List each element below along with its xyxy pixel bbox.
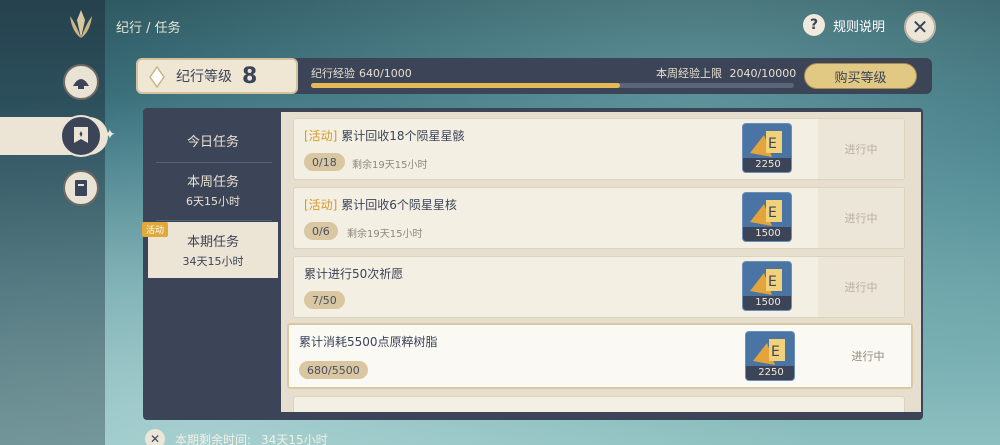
rail-quest-button[interactable] (60, 115, 102, 157)
week-cap-value: 2040/10000 (729, 67, 797, 80)
level-diamond-icon (149, 66, 165, 88)
activity-flag-badge: 活动 (142, 222, 169, 237)
quest-title-text: 累计进行50次祈愿 (304, 267, 404, 281)
rules-label: 规则说明 (833, 19, 886, 35)
quest-status: 进行中 (818, 188, 904, 248)
tab-divider (156, 220, 272, 221)
level-badge: 纪行等级 8 (136, 58, 298, 94)
quest-item-selected[interactable]: 累计消耗5500点原粹树脂 680/5500 E 2250 进行中 (287, 323, 913, 389)
xp-label: 纪行经验 (311, 67, 355, 80)
reward-count: 2250 (746, 366, 794, 380)
week-cap-label: 本周经验上限 (656, 67, 722, 80)
svg-text:E: E (768, 274, 777, 290)
level-value: 8 (242, 63, 258, 89)
banner-icon (74, 127, 88, 143)
close-button[interactable]: ✕ (904, 11, 936, 43)
quest-tabs: 今日任务 本周任务 6天15小时 本期任务 34天15小时 (148, 112, 278, 412)
battlepass-exp-icon: E (750, 131, 782, 157)
reward-item[interactable]: E 2250 (742, 123, 792, 173)
quest-status: 进行中 (818, 119, 904, 179)
quest-title-text: 累计回收6个陨星星核 (341, 198, 457, 212)
remaining-label: 本期剩余时间: (175, 432, 252, 445)
quest-title: [活动] 累计回收18个陨星星骸 (304, 127, 464, 144)
remaining-value: 34天15小时 (261, 432, 328, 445)
rail-reward-button[interactable] (63, 64, 99, 100)
quest-title-text: 累计回收18个陨星星骸 (341, 129, 465, 143)
quest-title: [活动] 累计回收6个陨星星核 (304, 196, 457, 213)
reward-item[interactable]: E 2250 (745, 331, 795, 381)
quest-tag: [活动] (304, 129, 338, 143)
quest-item[interactable]: 累计进行50次祈愿 7/50 E 1500 进行中 (293, 256, 905, 318)
rules-help-button[interactable]: ? 规则说明 (803, 14, 885, 36)
svg-text:E: E (771, 344, 780, 360)
battlepass-exp-icon: E (750, 269, 782, 295)
breadcrumb: 纪行 / 任务 (116, 21, 181, 36)
quest-list[interactable]: [活动] 累计回收18个陨星星骸 0/18 剩余19天15小时 E 2250 进… (281, 112, 921, 412)
reward-item[interactable]: E 1500 (742, 261, 792, 311)
rail-shop-button[interactable] (63, 170, 99, 206)
quest-tag: [活动] (304, 198, 338, 212)
svg-text:E: E (768, 136, 777, 152)
emblem-icon (62, 6, 100, 44)
tab-season-label: 本期任务 (186, 235, 239, 250)
battlepass-exp-icon: E (753, 339, 785, 365)
battlepass-exp-icon: E (750, 200, 782, 226)
quest-title: 累计进行50次祈愿 (304, 265, 403, 282)
quest-progress: 680/5500 (299, 361, 368, 379)
quest-time-left: 剩余19天15小时 (347, 229, 423, 240)
xp-row: 纪行经验 640/1000 (311, 65, 412, 81)
tab-weekly[interactable]: 本周任务 6天15小时 (148, 162, 278, 218)
quest-title: 累计消耗5500点原粹树脂 (299, 333, 438, 350)
timer-icon: ✕ (145, 429, 165, 445)
quest-time-left: 剩余19天15小时 (352, 160, 428, 171)
level-label: 纪行等级 (176, 69, 232, 85)
tab-weekly-time: 6天15小时 (186, 195, 240, 208)
quest-item[interactable] (293, 396, 905, 412)
tab-daily[interactable]: 今日任务 (148, 112, 278, 168)
reward-count: 2250 (743, 158, 791, 172)
shell-icon (73, 79, 89, 89)
buy-level-button[interactable]: 购买等级 (804, 63, 917, 89)
season-remaining: ✕ 本期剩余时间: 34天15小时 (145, 429, 328, 445)
book-icon (75, 180, 87, 196)
quest-item[interactable]: [活动] 累计回收18个陨星星骸 0/18 剩余19天15小时 E 2250 进… (293, 118, 905, 180)
reward-count: 1500 (743, 227, 791, 241)
quest-item[interactable]: [活动] 累计回收6个陨星星核 0/6 剩余19天15小时 E 1500 进行中 (293, 187, 905, 249)
tab-daily-label: 今日任务 (186, 134, 239, 150)
xp-value: 640/1000 (359, 67, 412, 80)
sparkle-icon: ✦ (104, 127, 116, 143)
svg-text:E: E (768, 205, 777, 221)
tab-season-time: 34天15小时 (182, 255, 244, 268)
quest-status: 进行中 (825, 325, 911, 387)
quest-progress: 7/50 (304, 291, 345, 309)
close-icon: ✕ (911, 15, 929, 39)
quest-progress: 0/6 (304, 222, 338, 240)
reward-item[interactable]: E 1500 (742, 192, 792, 242)
tab-weekly-label: 本周任务 (186, 175, 239, 190)
week-cap-row: 本周经验上限 2040/10000 (656, 65, 796, 81)
question-icon: ? (803, 14, 825, 36)
quest-status: 进行中 (818, 257, 904, 317)
quest-title-text: 累计消耗5500点原粹树脂 (299, 335, 438, 349)
xp-progress-fill (311, 83, 621, 88)
quest-progress: 0/18 (304, 153, 345, 171)
reward-count: 1500 (743, 296, 791, 310)
xp-progress-track (311, 83, 794, 88)
